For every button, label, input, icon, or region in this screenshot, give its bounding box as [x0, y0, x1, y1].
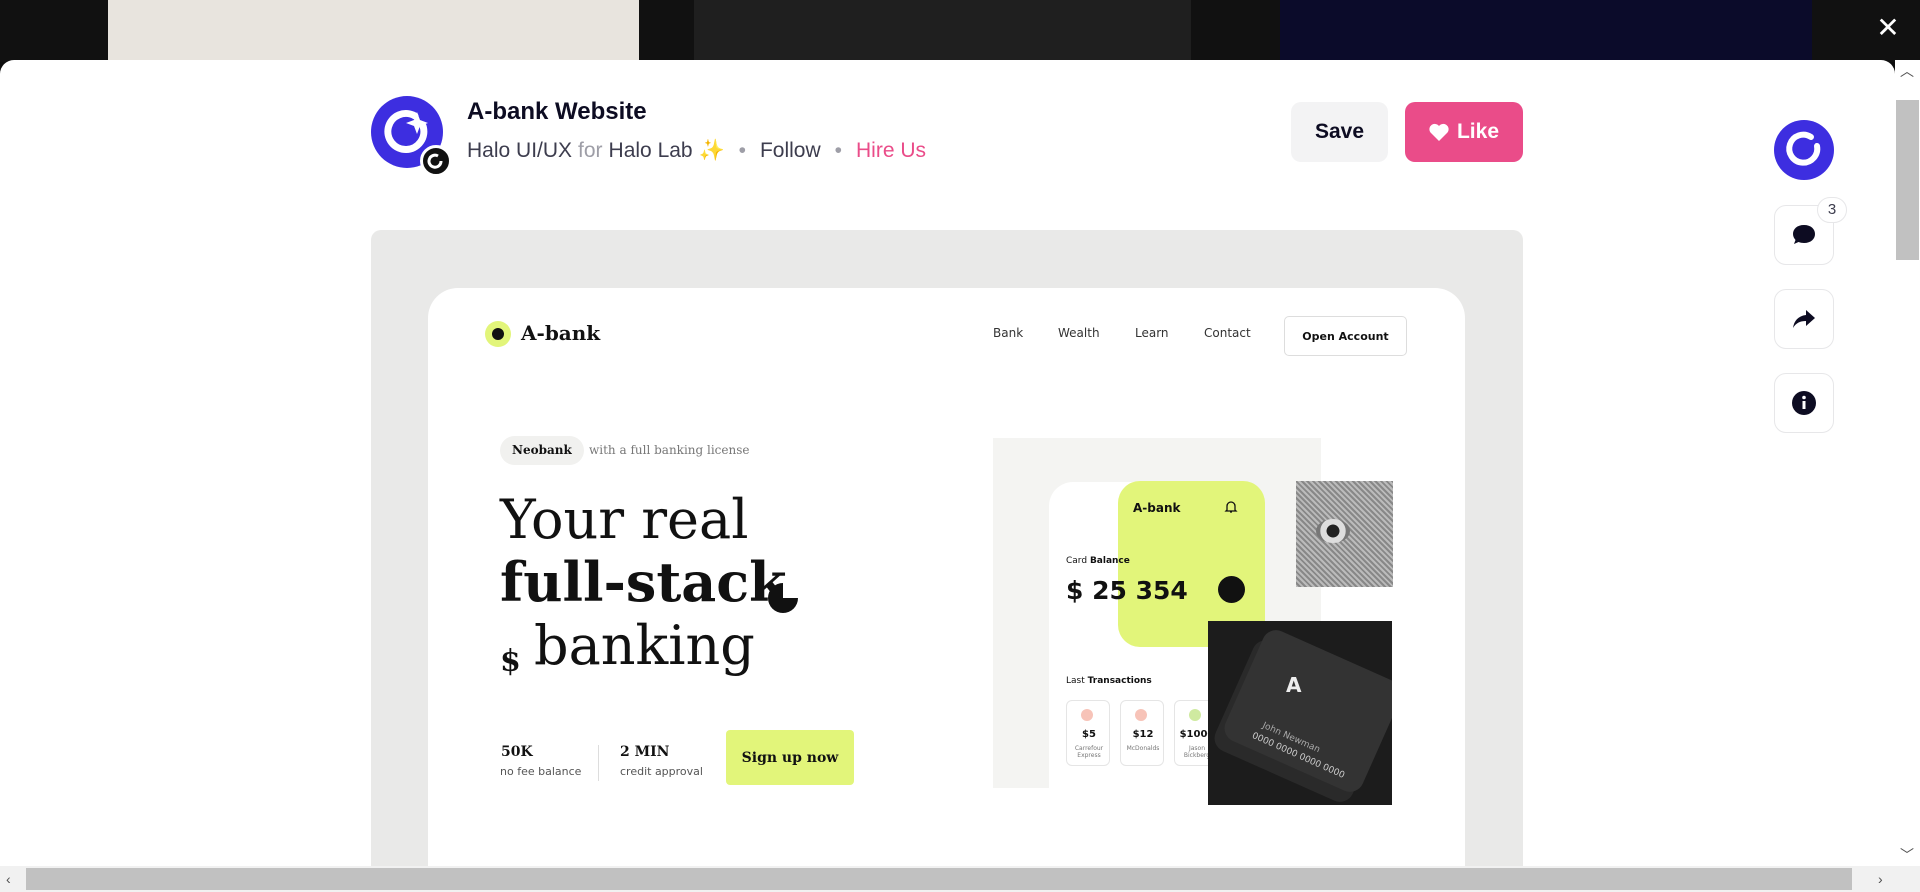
card-front [1220, 625, 1392, 797]
card-balance-label: Card Balance [1066, 556, 1130, 566]
scroll-down-icon[interactable]: ﹀ [1900, 848, 1914, 862]
nav-contact: Contact [1204, 326, 1251, 340]
credit-card-image: A John Newman 0000 0000 0000 0000 [1208, 621, 1392, 805]
team-avatar[interactable] [1774, 120, 1834, 180]
stat-divider [598, 745, 599, 781]
scroll-up-icon[interactable]: ︿ [1900, 64, 1914, 78]
background-shot-thumbnail [1280, 0, 1812, 62]
card-logo-icon: A [1286, 673, 1302, 697]
designer-name-link[interactable]: Halo UI/UX [467, 139, 572, 163]
separator-dot: • [738, 139, 746, 162]
transaction-card: $12 McDonalds [1120, 700, 1164, 766]
hero-line-1: Your real [500, 488, 749, 551]
sign-up-button: Sign up now [726, 730, 854, 785]
pie-icon [768, 583, 798, 613]
shot-image[interactable]: A-bank Bank Wealth Learn Contact Open Ac… [371, 230, 1523, 866]
tx-name: McDonalds [1126, 745, 1160, 752]
share-button[interactable] [1774, 289, 1834, 349]
stat-2-label: credit approval [620, 765, 703, 778]
background-shot-thumbnail [694, 0, 1191, 62]
team-name-link[interactable]: Halo Lab ✨ [609, 139, 725, 163]
bell-icon [1224, 501, 1238, 513]
stat-2-value: 2 MIN [620, 744, 670, 760]
last-tx-text: Last [1066, 676, 1085, 686]
balance-value: $ 25 354 [1066, 576, 1188, 605]
close-icon[interactable]: ✕ [1874, 14, 1902, 42]
a-bank-brand: A-bank [521, 321, 601, 345]
website-preview: A-bank Bank Wealth Learn Contact Open Ac… [428, 288, 1465, 866]
pill-note: with a full banking license [589, 443, 750, 457]
nav-learn: Learn [1135, 326, 1169, 340]
hero-line-2: full-stack [500, 550, 787, 614]
app-brand: A-bank [1133, 501, 1181, 515]
shot-title: A-bank Website [467, 98, 647, 125]
heart-icon [1429, 123, 1449, 141]
horizontal-scroll-thumb[interactable] [26, 868, 1852, 890]
stat-1-value: 50K [501, 744, 533, 760]
background-shot-thumbnail [108, 0, 639, 62]
last-tx-bold: Transactions [1087, 676, 1152, 686]
plus-icon [1189, 709, 1201, 721]
background-gallery [0, 0, 1920, 62]
shot-byline: Halo UI/UX for Halo Lab ✨ • Follow • Hir… [467, 139, 926, 163]
team-badge-icon[interactable] [420, 145, 452, 177]
comment-icon [1793, 225, 1815, 244]
separator-dot: • [834, 139, 842, 162]
card-balance-label-bold: Balance [1089, 556, 1130, 566]
tx-amount: $5 [1082, 729, 1096, 740]
menu-icon [1218, 576, 1245, 603]
scroll-left-icon[interactable]: ‹ [6, 872, 11, 886]
share-icon [1793, 310, 1815, 328]
hire-us-link[interactable]: Hire Us [856, 139, 926, 163]
save-button[interactable]: Save [1291, 102, 1388, 162]
scroll-right-icon[interactable]: › [1878, 872, 1883, 886]
like-label: Like [1456, 120, 1500, 143]
for-label: for [578, 139, 603, 162]
shot-modal: A-bank Website Halo UI/UX for Halo Lab ✨… [0, 60, 1895, 866]
nav-bank: Bank [993, 326, 1024, 340]
minus-icon [1135, 709, 1147, 721]
tx-amount: $12 [1132, 729, 1154, 740]
like-button[interactable]: Like [1405, 102, 1523, 162]
hero-line-3: banking [534, 614, 755, 677]
stat-1-label: no fee balance [500, 765, 582, 778]
nav-wealth: Wealth [1058, 326, 1100, 340]
neobank-pill: Neobank [500, 436, 584, 465]
dollar-icon: $ [500, 644, 521, 679]
minus-icon [1081, 709, 1093, 721]
info-icon [1792, 391, 1816, 415]
card-balance-label-text: Card [1066, 556, 1088, 566]
follow-link[interactable]: Follow [760, 139, 821, 163]
transaction-card: $5 Carrefour Express [1066, 700, 1110, 766]
engraving-image [1296, 481, 1393, 587]
a-bank-logo-icon [485, 321, 511, 347]
open-account-button: Open Account [1284, 316, 1407, 356]
tx-name: Carrefour Express [1074, 745, 1104, 759]
vertical-scroll-thumb[interactable] [1896, 100, 1919, 260]
last-transactions-label: Last Transactions [1066, 676, 1152, 686]
details-button[interactable] [1774, 373, 1834, 433]
comments-count-badge: 3 [1817, 197, 1847, 223]
